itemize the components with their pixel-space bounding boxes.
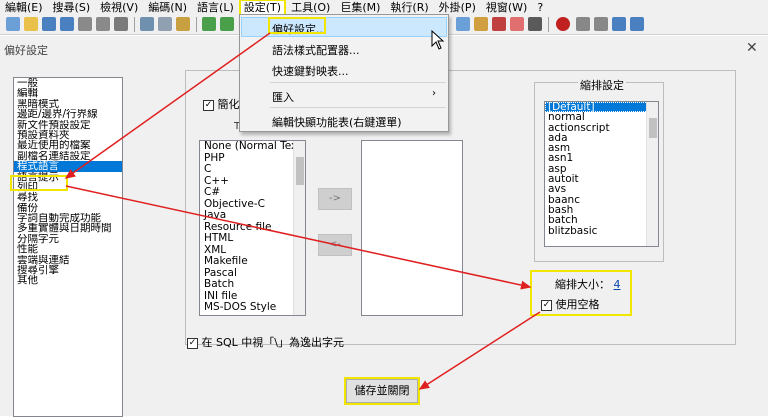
arrow-category-to-indent	[65, 185, 532, 290]
arrow-indent-to-save	[418, 311, 541, 390]
arrow-menu-to-category	[64, 32, 271, 179]
annotation-arrows	[64, 32, 541, 390]
